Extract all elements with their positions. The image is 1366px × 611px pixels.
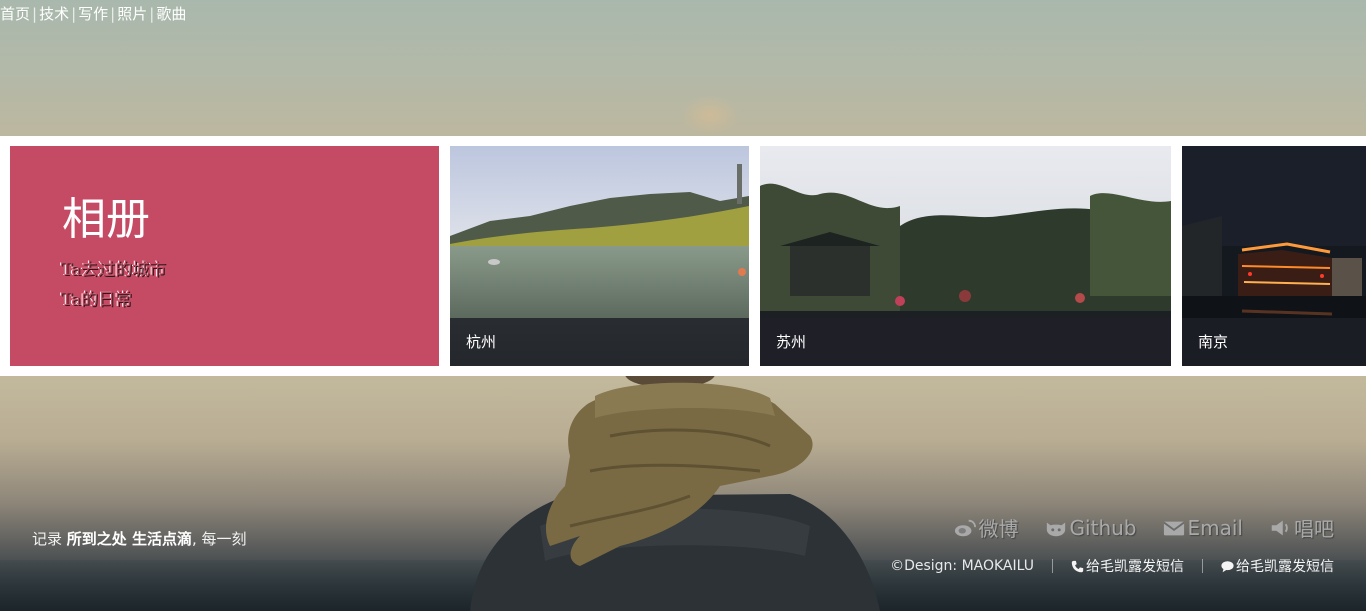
social-label: 唱吧 — [1294, 517, 1334, 541]
city-caption: 南京 — [1198, 333, 1229, 351]
social-label: Email — [1187, 515, 1244, 540]
album-subtitle-cities: Ta去过的城市 — [61, 260, 167, 280]
nav-item-tech[interactable]: 技术 — [39, 5, 69, 23]
city-caption: 杭州 — [466, 333, 497, 351]
social-weibo-link[interactable]: 微博 — [954, 513, 1019, 542]
footer-quote: 记录 所到之处 生活点滴, 每一刻 — [32, 528, 247, 549]
nav-separator: | — [32, 5, 38, 23]
phone-icon — [1071, 560, 1084, 572]
email-icon — [1162, 521, 1185, 535]
nav-item-home[interactable]: 首页 — [0, 5, 30, 23]
nav-item-writing[interactable]: 写作 — [78, 5, 108, 23]
caption-bar — [760, 318, 1171, 366]
sms-label: 给毛凯露发短信 — [1086, 559, 1184, 575]
sms-link-phone[interactable]: 给毛凯露发短信 — [1071, 556, 1184, 576]
sun-glow — [680, 95, 740, 135]
quote-highlight: 所到之处 生活点滴 — [66, 530, 193, 548]
footer-contact: ©Design: MAOKAILU 给毛凯露发短信 给毛凯露发短信 — [890, 556, 1334, 576]
divider — [1202, 559, 1203, 573]
social-links: 微博 Github Email 唱吧 — [954, 513, 1334, 542]
nav-separator: | — [71, 5, 77, 23]
divider — [1052, 559, 1053, 573]
album-subtitle-daily: Ta的日常 — [61, 290, 133, 310]
social-label: 微博 — [978, 517, 1019, 541]
album-intro-panel: 相册 Ta去过的城市 Ta的日常 — [10, 146, 439, 366]
album-band: 相册 Ta去过的城市 Ta的日常 杭州 苏州 南京 — [0, 136, 1366, 376]
weibo-icon — [954, 519, 976, 536]
social-email-link[interactable]: Email — [1162, 515, 1244, 540]
album-card-hangzhou[interactable]: 杭州 — [450, 146, 749, 366]
album-card-suzhou[interactable]: 苏州 — [760, 146, 1171, 366]
nav-item-photos[interactable]: 照片 — [117, 5, 147, 23]
album-title: 相册 — [62, 194, 150, 245]
github-icon — [1046, 522, 1065, 536]
quote-suffix: , 每一刻 — [192, 530, 247, 548]
speaker-icon — [1271, 520, 1288, 535]
person-silhouette — [470, 376, 880, 611]
chat-bubble-icon — [1221, 560, 1234, 572]
social-changba-link[interactable]: 唱吧 — [1269, 513, 1334, 542]
nav-separator: | — [149, 5, 155, 23]
social-github-link[interactable]: Github — [1045, 516, 1137, 540]
nav-separator: | — [110, 5, 116, 23]
sms-link-chat[interactable]: 给毛凯露发短信 — [1221, 556, 1334, 576]
sms-label: 给毛凯露发短信 — [1236, 559, 1334, 575]
quote-prefix: 记录 — [32, 530, 67, 548]
city-caption: 苏州 — [776, 333, 807, 351]
top-nav: 首页 | 技术 | 写作 | 照片 | 歌曲 — [0, 4, 186, 24]
nav-item-songs[interactable]: 歌曲 — [156, 5, 186, 23]
album-card-nanjing[interactable]: 南京 — [1182, 146, 1366, 366]
social-label: Github — [1069, 515, 1137, 540]
design-credit: ©Design: MAOKAILU — [890, 558, 1034, 574]
